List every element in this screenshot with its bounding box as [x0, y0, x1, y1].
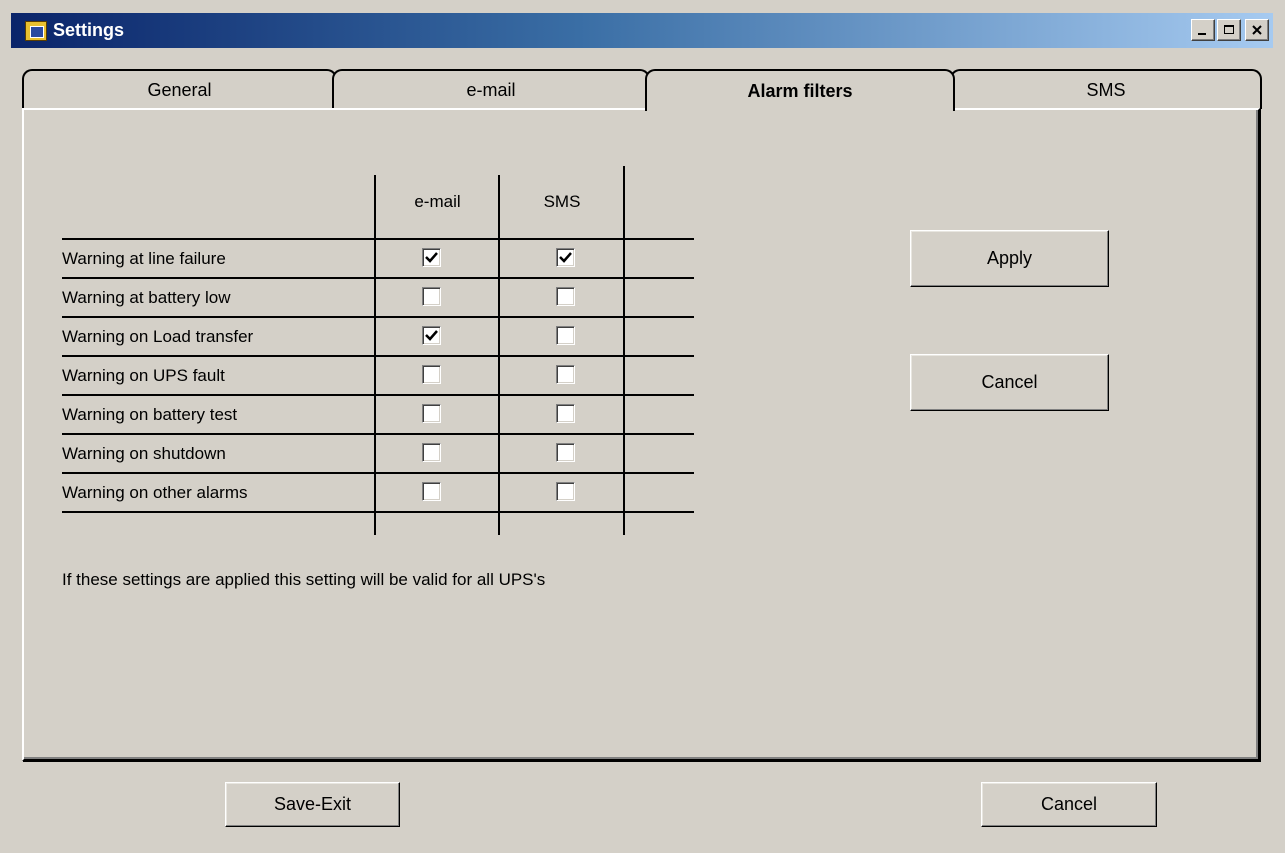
- grid-divider: [62, 355, 694, 357]
- title-bar: Settings: [11, 13, 1273, 48]
- grid-divider: [62, 433, 694, 435]
- row-label-load-transfer: Warning on Load transfer: [62, 327, 254, 346]
- grid-divider: [62, 511, 694, 513]
- grid-divider: [62, 238, 694, 240]
- minimize-button[interactable]: [1191, 19, 1215, 41]
- minimize-icon: [1198, 33, 1206, 35]
- checkbox-sms-battery-low[interactable]: [556, 287, 575, 306]
- checkbox-sms-load-transfer[interactable]: [556, 326, 575, 345]
- save-exit-button[interactable]: Save-Exit: [225, 782, 400, 827]
- checkbox-sms-battery-test[interactable]: [556, 404, 575, 423]
- window-title: Settings: [53, 20, 125, 40]
- row-label-shutdown: Warning on shutdown: [62, 444, 226, 463]
- app-icon: [25, 20, 47, 41]
- grid-divider: [62, 472, 694, 474]
- checkbox-email-load-transfer[interactable]: [422, 326, 441, 345]
- maximize-icon: [1224, 25, 1234, 34]
- footer-cancel-button[interactable]: Cancel: [981, 782, 1157, 827]
- column-header-email: e-mail: [414, 192, 461, 211]
- checkbox-sms-ups-fault[interactable]: [556, 365, 575, 384]
- checkbox-email-battery-test[interactable]: [422, 404, 441, 423]
- tab-general[interactable]: General: [22, 69, 337, 109]
- maximize-button[interactable]: [1217, 19, 1241, 41]
- row-label-other-alarms: Warning on other alarms: [62, 483, 248, 502]
- column-header-sms: SMS: [543, 192, 581, 211]
- panel-cancel-button[interactable]: Cancel: [910, 354, 1109, 411]
- tab-alarm-filters[interactable]: Alarm filters: [645, 69, 955, 111]
- row-label-battery-low: Warning at battery low: [62, 288, 231, 307]
- checkmark-icon: [425, 330, 438, 341]
- tab-sms[interactable]: SMS: [950, 69, 1262, 109]
- checkbox-email-other-alarms[interactable]: [422, 482, 441, 501]
- row-label-battery-test: Warning on battery test: [62, 405, 238, 424]
- checkbox-email-line-failure[interactable]: [422, 248, 441, 267]
- window-controls: [1191, 19, 1269, 41]
- checkbox-email-battery-low[interactable]: [422, 287, 441, 306]
- checkbox-email-shutdown[interactable]: [422, 443, 441, 462]
- close-icon: [1252, 25, 1262, 35]
- row-label-ups-fault: Warning on UPS fault: [62, 366, 225, 385]
- checkbox-email-ups-fault[interactable]: [422, 365, 441, 384]
- checkmark-icon: [559, 252, 572, 263]
- checkbox-sms-other-alarms[interactable]: [556, 482, 575, 501]
- tab-email[interactable]: e-mail: [332, 69, 650, 109]
- grid-divider: [62, 316, 694, 318]
- active-tab-join: [647, 108, 953, 112]
- checkmark-icon: [425, 252, 438, 263]
- close-window-button[interactable]: [1245, 19, 1269, 41]
- grid-divider: [62, 394, 694, 396]
- apply-note: If these settings are applied this setti…: [62, 570, 546, 589]
- row-label-line-failure: Warning at line failure: [62, 249, 226, 268]
- grid-divider: [62, 277, 694, 279]
- checkbox-sms-shutdown[interactable]: [556, 443, 575, 462]
- apply-button[interactable]: Apply: [910, 230, 1109, 287]
- grid-divider: [623, 166, 625, 535]
- checkbox-sms-line-failure[interactable]: [556, 248, 575, 267]
